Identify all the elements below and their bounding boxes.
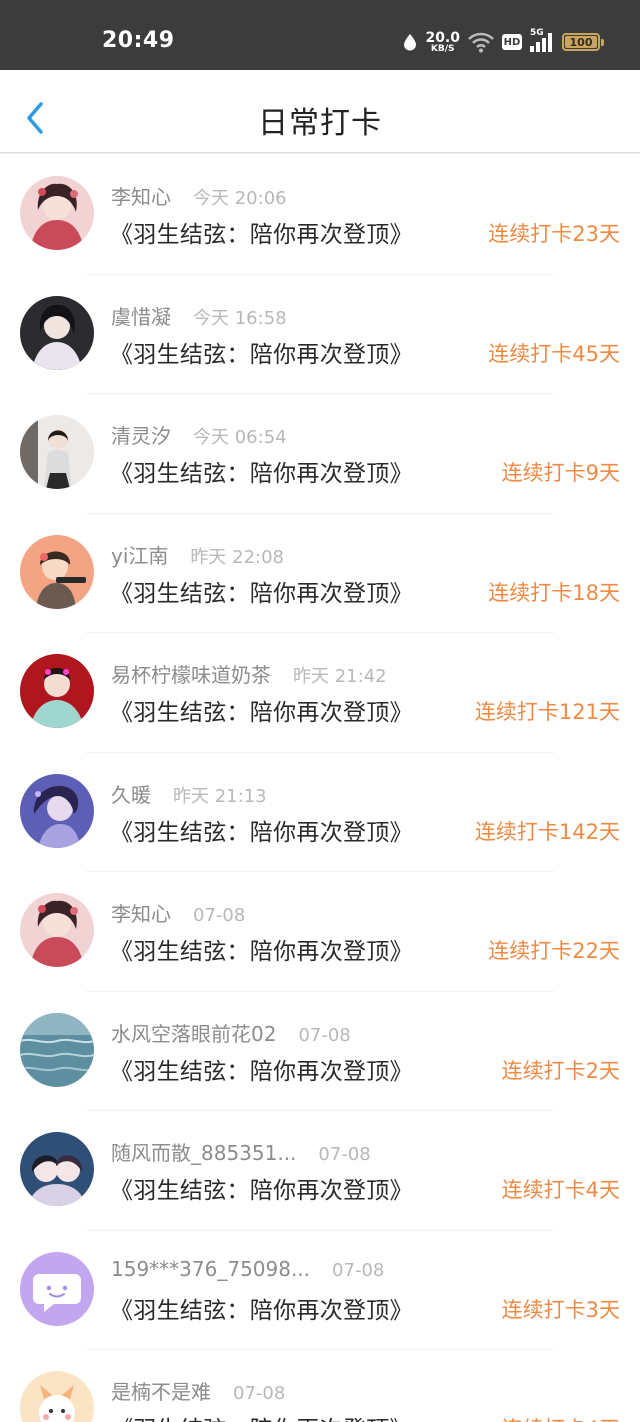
checkin-time: 07-08 (298, 1024, 351, 1046)
list-item[interactable]: yi江南 昨天 22:08 《羽生结弦：陪你再次登顶》 连续打卡18天 (0, 514, 640, 633)
checkin-meta: 水风空落眼前花02 07-08 (111, 1018, 351, 1047)
checkin-time: 昨天 22:08 (190, 546, 285, 568)
checkin-time: 07-08 (193, 905, 246, 926)
streak-label: 连续打卡4天 (501, 1178, 620, 1202)
avatar[interactable] (20, 1132, 94, 1206)
avatar[interactable] (20, 176, 94, 250)
user-name[interactable]: 随风而散_885351... (111, 1141, 296, 1165)
list-item[interactable]: 159***376_75098... 07-08 《羽生结弦：陪你再次登顶》 连续… (0, 1231, 640, 1350)
streak-label: 连续打卡142天 (474, 819, 620, 844)
streak-label: 连续打卡4天 (502, 1413, 620, 1422)
streak-label: 连续打卡22天 (488, 939, 620, 963)
streak-label: 连续打卡121天 (474, 700, 620, 724)
checkin-meta: 李知心 今天 20:06 (111, 181, 287, 210)
book-title[interactable]: 《羽生结弦：陪你再次登顶》 (110, 813, 413, 847)
streak-label: 连续打卡2天 (501, 1058, 620, 1083)
book-title[interactable]: 《羽生结弦：陪你再次登顶》 (110, 932, 413, 966)
streak-label: 连续打卡45天 (488, 341, 620, 366)
list-item[interactable]: 李知心 今天 20:06 《羽生结弦：陪你再次登顶》 连续打卡23天 (0, 155, 640, 275)
checkin-meta: 清灵汐 今天 06:54 (111, 420, 287, 449)
checkin-time: 昨天 21:13 (173, 785, 267, 807)
checkin-time: 07-08 (332, 1259, 385, 1281)
user-name[interactable]: 李知心 (111, 185, 171, 209)
avatar[interactable] (20, 1371, 94, 1422)
book-title[interactable]: 《羽生结弦：陪你再次登顶》 (110, 1171, 413, 1205)
avatar[interactable] (20, 295, 94, 370)
avatar[interactable] (20, 1251, 94, 1326)
book-title[interactable]: 《羽生结弦：陪你再次登顶》 (110, 1052, 413, 1086)
checkin-time: 07-08 (318, 1144, 371, 1165)
checkin-meta: 虞惜凝 今天 16:58 (111, 301, 287, 330)
user-name[interactable]: 清灵汐 (111, 424, 171, 448)
streak-label: 连续打卡9天 (501, 461, 620, 485)
list-item[interactable]: 易杯柠檬味道奶茶 昨天 21:42 《羽生结弦：陪你再次登顶》 连续打卡121天 (0, 633, 640, 753)
checkin-time: 今天 16:58 (193, 307, 287, 329)
streak-label: 连续打卡23天 (488, 222, 620, 246)
battery-icon: 100 (562, 33, 604, 51)
checkin-meta: 是楠不是难 07-08 (111, 1376, 285, 1405)
user-name[interactable]: 李知心 (111, 902, 171, 926)
data-saver-icon (404, 34, 417, 51)
book-title[interactable]: 《羽生结弦：陪你再次登顶》 (110, 1291, 413, 1325)
checkin-time: 昨天 21:42 (293, 666, 387, 687)
user-name[interactable]: 159***376_75098... (111, 1257, 310, 1281)
list-item[interactable]: 虞惜凝 今天 16:58 《羽生结弦：陪你再次登顶》 连续打卡45天 (0, 275, 640, 394)
checkin-meta: 易杯柠檬味道奶茶 昨天 21:42 (111, 659, 387, 688)
checkin-list: 李知心 今天 20:06 《羽生结弦：陪你再次登顶》 连续打卡23天 虞惜凝 今天 … (0, 155, 640, 1422)
status-bar: 20:49 20.0 KB/S HD 5G 100 (0, 0, 640, 70)
checkin-meta: 159***376_75098... 07-08 (111, 1257, 384, 1281)
avatar[interactable] (20, 1012, 94, 1087)
list-item[interactable]: 清灵汐 今天 06:54 《羽生结弦：陪你再次登顶》 连续打卡9天 (0, 394, 640, 514)
avatar[interactable] (20, 893, 94, 967)
user-name[interactable]: 水风空落眼前花02 (111, 1022, 276, 1046)
book-title[interactable]: 《羽生结弦：陪你再次登顶》 (110, 574, 413, 608)
checkin-time: 07-08 (233, 1383, 286, 1404)
list-item[interactable]: 久暖 昨天 21:13 《羽生结弦：陪你再次登顶》 连续打卡142天 (0, 753, 640, 872)
checkin-time: 今天 06:54 (193, 427, 287, 448)
book-title[interactable]: 《羽生结弦：陪你再次登顶》 (110, 693, 413, 727)
status-icons: 20.0 KB/S HD 5G 100 (403, 28, 604, 56)
checkin-time: 今天 20:06 (193, 188, 287, 209)
user-name[interactable]: 久暖 (111, 783, 151, 807)
list-item[interactable]: 随风而散_885351... 07-08 《羽生结弦：陪你再次登顶》 连续打卡4天 (0, 1111, 640, 1231)
user-name[interactable]: 是楠不是难 (111, 1380, 211, 1404)
checkin-meta: 久暖 昨天 21:13 (111, 779, 267, 808)
avatar[interactable] (20, 654, 94, 728)
network-speed: 20.0 KB/S (425, 29, 460, 54)
checkin-meta: 随风而散_885351... 07-08 (111, 1137, 371, 1166)
status-time: 20:49 (102, 28, 175, 53)
book-title[interactable]: 《羽生结弦：陪你再次登顶》 (110, 335, 413, 369)
nav-bar: 日常打卡 (0, 70, 640, 154)
hd-badge: HD (502, 34, 522, 50)
checkin-meta: yi江南 昨天 22:08 (111, 540, 284, 569)
book-title[interactable]: 《羽生结弦：陪你再次登顶》 (110, 1410, 413, 1422)
list-item[interactable]: 李知心 07-08 《羽生结弦：陪你再次登顶》 连续打卡22天 (0, 872, 640, 992)
user-name[interactable]: yi江南 (111, 544, 168, 568)
streak-label: 连续打卡3天 (501, 1297, 620, 1322)
user-name[interactable]: 虞惜凝 (111, 305, 171, 329)
page-title: 日常打卡 (258, 106, 382, 141)
avatar[interactable] (20, 773, 94, 848)
list-item[interactable]: 是楠不是难 07-08 《羽生结弦：陪你再次登顶》 连续打卡4天 (0, 1350, 640, 1422)
avatar[interactable] (20, 415, 94, 489)
checkin-meta: 李知心 07-08 (111, 898, 245, 927)
streak-label: 连续打卡18天 (488, 580, 620, 605)
book-title[interactable]: 《羽生结弦：陪你再次登顶》 (110, 215, 413, 249)
list-item[interactable]: 水风空落眼前花02 07-08 《羽生结弦：陪你再次登顶》 连续打卡2天 (0, 992, 640, 1111)
cell-signal-icon: 5G (530, 28, 552, 52)
avatar[interactable] (20, 534, 94, 609)
user-name[interactable]: 易杯柠檬味道奶茶 (111, 663, 271, 687)
book-title[interactable]: 《羽生结弦：陪你再次登顶》 (110, 454, 413, 488)
wifi-icon (468, 32, 494, 53)
